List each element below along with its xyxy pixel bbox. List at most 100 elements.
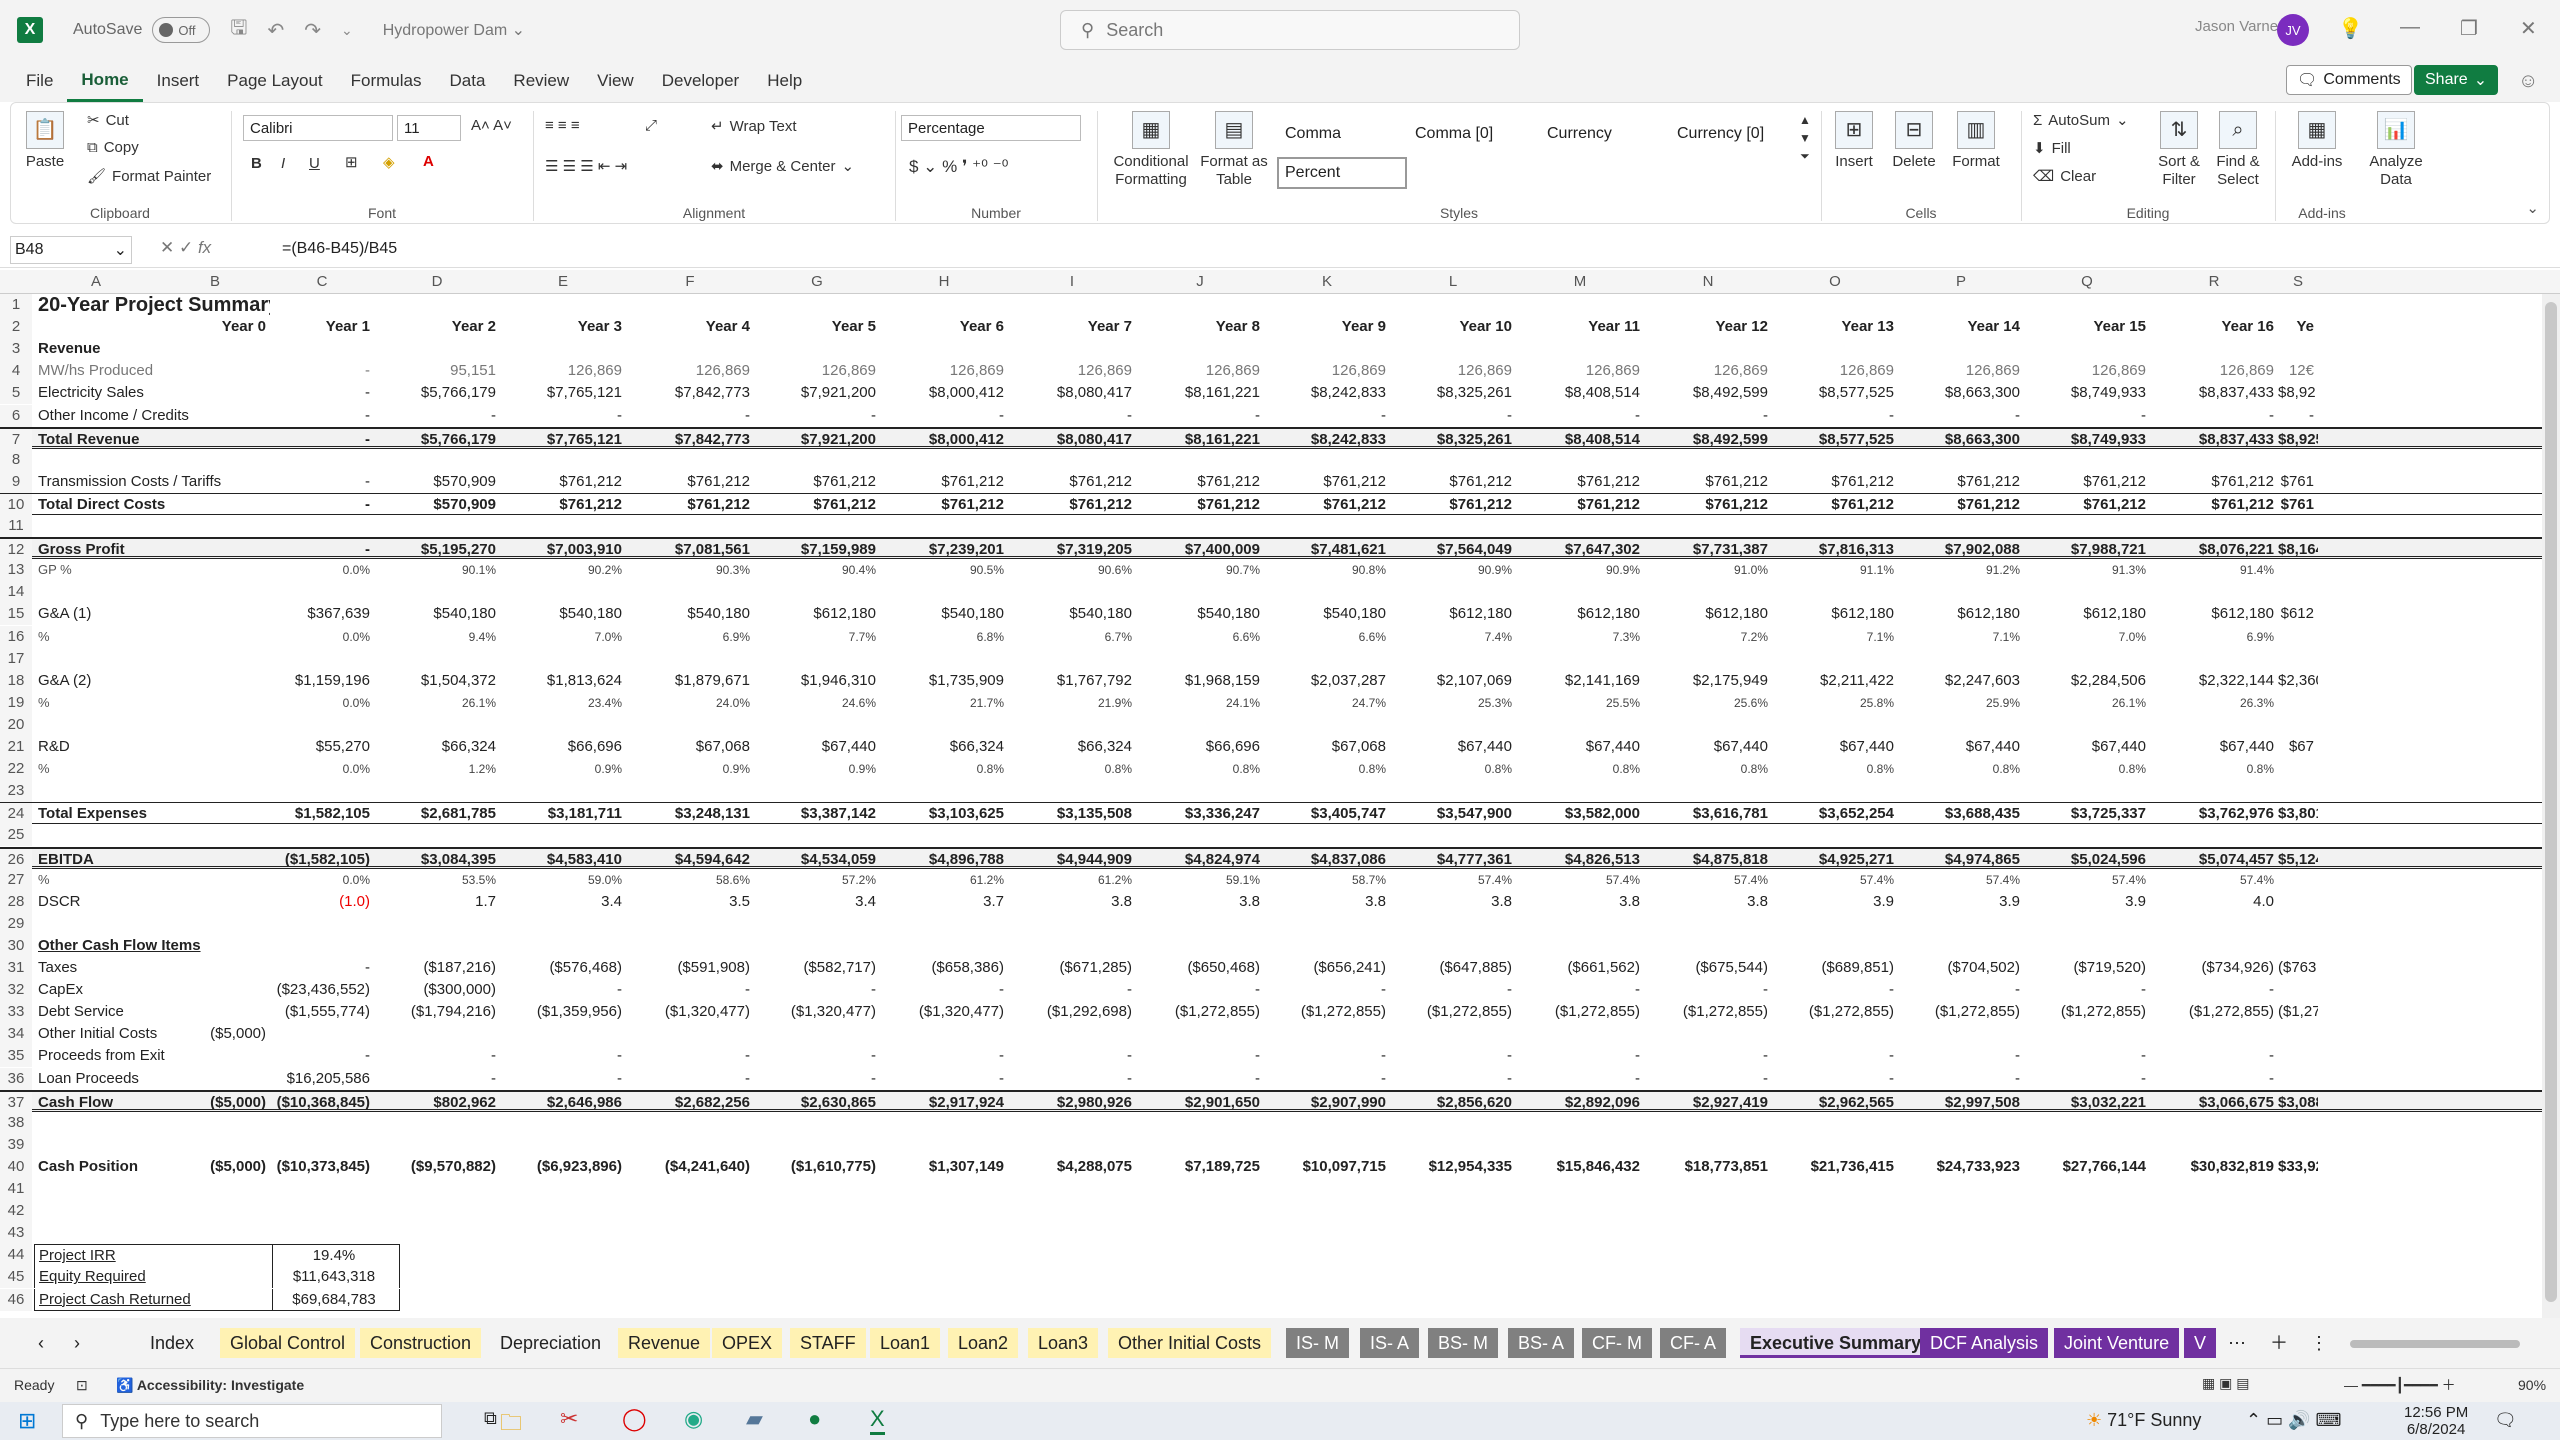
table-cell[interactable]: ($675,544) — [1644, 957, 1772, 979]
table-cell[interactable]: 126,869 — [2024, 360, 2150, 382]
grow-font-icon[interactable]: A˄ A˅ — [471, 117, 512, 134]
row-header[interactable]: 31 — [0, 957, 32, 979]
row-label[interactable]: Project IRR — [34, 1244, 274, 1267]
table-cell[interactable]: $7,921,200 — [754, 382, 880, 404]
share-button[interactable]: Share ⌄ — [2414, 65, 2499, 95]
table-cell[interactable]: $67,440 — [2150, 736, 2278, 758]
table-cell[interactable]: $540,180 — [626, 603, 754, 625]
tab-file[interactable]: File — [0, 71, 67, 91]
table-cell[interactable]: 90.6% — [1008, 559, 1136, 581]
find-select-button[interactable]: ⌕ Find & Select — [2209, 111, 2267, 189]
table-cell[interactable]: - — [626, 979, 754, 1001]
table-cell[interactable]: $5,766,179 — [374, 429, 500, 451]
table-cell[interactable] — [626, 1023, 754, 1045]
table-cell[interactable] — [160, 891, 270, 913]
table-cell[interactable]: $8,749,933 — [2024, 429, 2150, 451]
table-cell[interactable]: $761 — [2278, 471, 2318, 493]
table-cell[interactable]: 0.8% — [1390, 758, 1516, 780]
sheet-tab[interactable]: Global Control — [220, 1328, 356, 1358]
table-cell[interactable]: $8,408,514 — [1516, 382, 1644, 404]
table-cell[interactable]: 25.6% — [1644, 692, 1772, 714]
table-cell[interactable]: $761,212 — [1008, 471, 1136, 493]
table-cell[interactable] — [2278, 692, 2318, 714]
fill-color-icon[interactable]: ◈ — [383, 153, 395, 171]
row-header[interactable]: 1 — [0, 294, 32, 316]
table-cell[interactable]: $2,141,169 — [1516, 670, 1644, 692]
table-cell[interactable]: ($1,292,698) — [1008, 1001, 1136, 1023]
sheet-tab[interactable]: BS- A — [1508, 1328, 1575, 1358]
table-cell[interactable]: 1.7 — [374, 891, 500, 913]
table-cell[interactable]: $2,037,287 — [1264, 670, 1390, 692]
table-cell[interactable]: Year 8 — [1136, 316, 1264, 338]
table-cell[interactable]: $761,212 — [2024, 494, 2150, 516]
table-cell[interactable]: 95,151 — [374, 360, 500, 382]
table-cell[interactable]: $2,901,650 — [1136, 1092, 1264, 1114]
font-color-icon[interactable]: A — [423, 153, 434, 170]
table-cell[interactable]: $2,682,256 — [626, 1092, 754, 1114]
table-cell[interactable] — [160, 736, 270, 758]
table-cell[interactable]: ($1,272,855) — [1898, 1001, 2024, 1023]
column-header[interactable]: A — [32, 270, 160, 294]
table-cell[interactable]: 61.2% — [880, 869, 1008, 891]
row-label[interactable] — [34, 1134, 270, 1156]
table-cell[interactable]: - — [270, 405, 374, 427]
table-cell[interactable]: $55,270 — [270, 736, 374, 758]
table-cell[interactable]: 25.3% — [1390, 692, 1516, 714]
table-cell[interactable] — [1390, 1023, 1516, 1045]
table-cell[interactable]: Year 1 — [270, 316, 374, 338]
table-cell[interactable]: $11,643,318 — [272, 1266, 400, 1289]
table-cell[interactable]: - — [1390, 405, 1516, 427]
table-cell[interactable]: 91.3% — [2024, 559, 2150, 581]
autosum-button[interactable]: Σ AutoSum ⌄ — [2033, 111, 2129, 130]
table-cell[interactable]: 0.8% — [1644, 758, 1772, 780]
table-cell[interactable]: $1,968,159 — [1136, 670, 1264, 692]
row-header[interactable]: 12 — [0, 539, 32, 562]
table-cell[interactable]: $761,212 — [626, 494, 754, 516]
row-header[interactable]: 11 — [0, 515, 32, 537]
table-cell[interactable]: $3,801 — [2278, 803, 2318, 825]
table-cell[interactable]: 57.4% — [1898, 869, 2024, 891]
file-explorer-icon[interactable]: 🗀 — [500, 1406, 522, 1444]
table-cell[interactable]: - — [754, 405, 880, 427]
row-header[interactable]: 17 — [0, 647, 32, 670]
table-cell[interactable]: $3,103,625 — [880, 803, 1008, 825]
merge-center-button[interactable]: ⬌ Merge & Center ⌄ — [711, 157, 854, 176]
row-label[interactable] — [34, 780, 270, 802]
sheet-tab[interactable]: Joint Venture — [2054, 1328, 2180, 1358]
table-cell[interactable]: $5,124 — [2278, 849, 2318, 871]
table-cell[interactable] — [160, 670, 270, 692]
sheet-tab[interactable]: Loan3 — [1028, 1328, 1099, 1358]
table-cell[interactable]: $8,92 — [2278, 382, 2318, 404]
table-cell[interactable]: - — [270, 471, 374, 493]
table-cell[interactable]: 57.4% — [1644, 869, 1772, 891]
table-cell[interactable]: - — [1644, 1068, 1772, 1090]
row-header[interactable]: 38 — [0, 1111, 32, 1134]
table-cell[interactable]: 0.8% — [1898, 758, 2024, 780]
clock[interactable]: 12:56 PM 6/8/2024 — [2404, 1404, 2468, 1438]
table-cell[interactable]: 0.8% — [2024, 758, 2150, 780]
sheet-tab[interactable]: Construction — [360, 1328, 482, 1358]
sheet-tab[interactable]: CF- M — [1582, 1328, 1652, 1358]
row-header[interactable]: 13 — [0, 559, 32, 582]
row-header[interactable]: 35 — [0, 1045, 32, 1068]
table-cell[interactable]: 23.4% — [500, 692, 626, 714]
table-cell[interactable]: $21,736,415 — [1772, 1156, 1898, 1178]
row-header[interactable]: 5 — [0, 382, 32, 405]
view-buttons-icon[interactable]: ▦ ▣ ▤ — [2202, 1375, 2249, 1392]
table-cell[interactable] — [2278, 1045, 2318, 1067]
column-header[interactable]: P — [1898, 270, 2024, 294]
table-cell[interactable]: $8,408,514 — [1516, 429, 1644, 451]
table-cell[interactable]: - — [1772, 1045, 1898, 1067]
app-icon[interactable]: ▰ — [746, 1406, 763, 1432]
table-cell[interactable]: $3,762,976 — [2150, 803, 2278, 825]
borders-icon[interactable]: ⊞ — [345, 153, 358, 171]
table-cell[interactable]: 90.2% — [500, 559, 626, 581]
tab-review[interactable]: Review — [499, 71, 583, 91]
font-name-select[interactable]: Calibri — [243, 115, 393, 141]
row-header[interactable]: 16 — [0, 625, 32, 648]
column-header[interactable]: S — [2278, 270, 2318, 294]
table-cell[interactable]: $761,212 — [1264, 471, 1390, 493]
table-cell[interactable]: $1,582,105 — [270, 803, 374, 825]
table-cell[interactable]: - — [270, 539, 374, 561]
table-cell[interactable]: 57.4% — [1390, 869, 1516, 891]
